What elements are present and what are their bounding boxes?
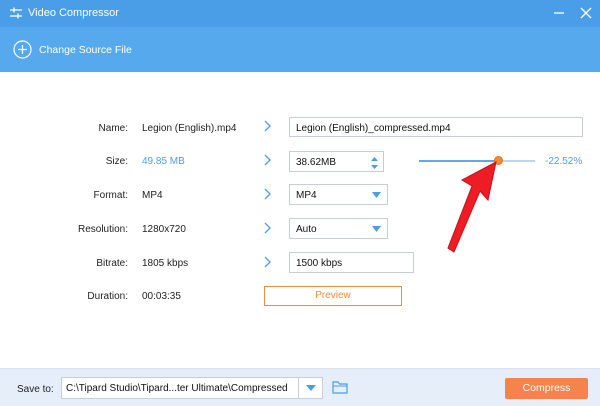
chevron-right-icon [264, 154, 271, 166]
original-name-value: Legion (English).mp4 [142, 123, 237, 134]
window-title: Video Compressor [28, 7, 119, 19]
title-bar: Video Compressor [0, 0, 600, 27]
resolution-select[interactable]: Auto [289, 218, 388, 239]
size-stepper-text: 38.62MB [296, 157, 337, 168]
chevron-right-icon [264, 222, 271, 234]
spinner-arrows-icon[interactable] [370, 154, 379, 172]
dropdown-arrow-icon [372, 226, 381, 232]
format-label: Format: [93, 190, 128, 201]
close-icon[interactable] [578, 5, 594, 21]
sliders-icon [10, 7, 22, 19]
source-bar: Change Source File [0, 27, 600, 72]
original-bitrate-value: 1805 kbps [142, 258, 189, 269]
compress-button[interactable]: Compress [505, 378, 588, 399]
change-source-file-button[interactable]: Change Source File [39, 44, 132, 56]
save-path-field[interactable]: C:\Tipard Studio\Tipard...ter Ultimate\C… [61, 377, 323, 399]
output-name-text: Legion (English)_compressed.mp4 [296, 123, 451, 134]
footer-bar: Save to: C:\Tipard Studio\Tipard...ter U… [0, 368, 600, 406]
dropdown-arrow-icon[interactable] [306, 385, 316, 391]
size-label: Size: [105, 156, 128, 167]
save-to-label: Save to: [17, 384, 54, 395]
original-resolution-value: 1280x720 [142, 224, 186, 235]
resolution-select-text: Auto [296, 224, 317, 235]
chevron-right-icon [264, 188, 271, 200]
duration-value: 00:03:35 [142, 291, 181, 302]
folder-icon[interactable] [332, 380, 348, 394]
size-stepper[interactable]: 38.62MB [289, 151, 384, 172]
save-path-text: C:\Tipard Studio\Tipard...ter Ultimate\C… [66, 383, 288, 394]
path-divider [298, 378, 299, 398]
minimize-icon[interactable] [551, 5, 567, 21]
chevron-right-icon [264, 256, 271, 268]
bitrate-input-text: 1500 kbps [296, 258, 343, 269]
preview-button[interactable]: Preview [264, 286, 402, 306]
dropdown-arrow-icon [372, 192, 381, 198]
name-label: Name: [98, 123, 128, 134]
size-percent-change: -22.52% [545, 156, 583, 167]
duration-label: Duration: [87, 291, 128, 302]
format-select-text: MP4 [296, 190, 317, 201]
output-name-input[interactable]: Legion (English)_compressed.mp4 [289, 117, 583, 137]
original-size-value: 49.85 MB [142, 156, 185, 167]
format-select[interactable]: MP4 [289, 184, 388, 205]
resolution-label: Resolution: [77, 224, 128, 235]
size-slider-track-empty[interactable] [498, 160, 535, 162]
chevron-right-icon [264, 120, 271, 132]
bitrate-label: Bitrate: [96, 258, 128, 269]
add-circle-icon[interactable] [13, 40, 32, 59]
original-format-value: MP4 [142, 190, 163, 201]
bitrate-input[interactable]: 1500 kbps [289, 252, 414, 273]
red-arrow-icon [447, 161, 497, 253]
